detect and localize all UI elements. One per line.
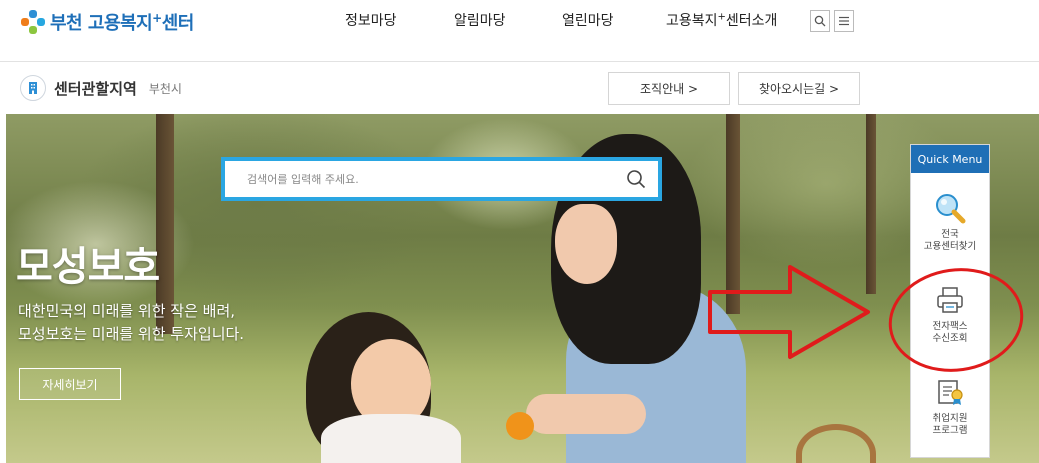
quick-item-center-search[interactable]: 전국 고용센터찾기 — [911, 191, 989, 253]
jurisdiction-area: 센터관할지역 부천시 — [20, 75, 182, 101]
hero-search-button[interactable] — [614, 161, 658, 197]
tree-trunk — [726, 114, 740, 314]
hero-search-box — [221, 157, 662, 201]
quick-item-fax-inquiry[interactable]: 전자팩스 수신조회 — [911, 283, 989, 345]
hero-desc-line: 대한민국의 미래를 위한 작은 배려, — [18, 302, 236, 320]
main-nav: 정보마당 알림마당 열린마당 고용복지+센터소개 — [0, 10, 1039, 34]
location-bar: 센터관할지역 부천시 조직안내 > 찾아오시는길 > — [0, 62, 1039, 114]
hero-title: 모성보호 — [16, 244, 160, 290]
photo-girl-body — [321, 414, 461, 463]
building-icon — [20, 75, 46, 101]
nav-item-info[interactable]: 정보마당 — [345, 10, 397, 30]
quick-item-job-program[interactable]: 취업지원 프로그램 — [911, 375, 989, 437]
search-icon — [814, 15, 826, 27]
magnifier-icon — [911, 191, 989, 225]
organization-button[interactable]: 조직안내 > — [608, 72, 730, 105]
jurisdiction-city: 부천시 — [148, 81, 182, 96]
site-header: 부천 고용복지+센터 정보마당 알림마당 열린마당 고용복지+센터소개 — [0, 0, 1039, 62]
photo-mother-face — [555, 204, 617, 284]
photo-basket — [796, 424, 876, 463]
quick-item-label: 전자팩스 수신조회 — [932, 321, 968, 344]
header-menu-button[interactable] — [834, 10, 854, 32]
quick-menu: Quick Menu 전국 고용센터찾기 전자팩스 수신조회 취업지원 프로그램 — [910, 144, 990, 458]
quick-menu-title: Quick Menu — [911, 145, 989, 173]
nav-item-open[interactable]: 열린마당 — [562, 10, 614, 30]
hero-search-input[interactable] — [225, 161, 614, 197]
photo-orange — [506, 412, 534, 440]
hero-banner: 모성보호 대한민국의 미래를 위한 작은 배려, 모성보호는 미래를 위한 투자… — [6, 114, 1039, 463]
header-search-button[interactable] — [810, 10, 830, 32]
nav-item-notice[interactable]: 알림마당 — [454, 10, 506, 30]
hero-desc-line: 모성보호는 미래를 위한 투자입니다. — [18, 325, 245, 343]
hero-more-button[interactable]: 자세히보기 — [19, 368, 121, 400]
search-icon — [627, 170, 646, 189]
quick-item-label: 취업지원 프로그램 — [932, 413, 968, 436]
nav-item-center-intro[interactable]: 고용복지+센터소개 — [666, 10, 777, 30]
hero-description: 대한민국의 미래를 위한 작은 배려, 모성보호는 미래를 위한 투자입니다. — [18, 300, 244, 346]
certificate-icon — [911, 375, 989, 409]
directions-button[interactable]: 찾아오시는길 > — [738, 72, 860, 105]
tree-trunk — [866, 114, 876, 294]
photo-mother-arm — [526, 394, 646, 434]
jurisdiction-title: 센터관할지역 — [54, 79, 137, 98]
quick-item-label: 전국 고용센터찾기 — [923, 229, 977, 252]
hamburger-icon — [839, 16, 849, 26]
fax-icon — [911, 283, 989, 317]
